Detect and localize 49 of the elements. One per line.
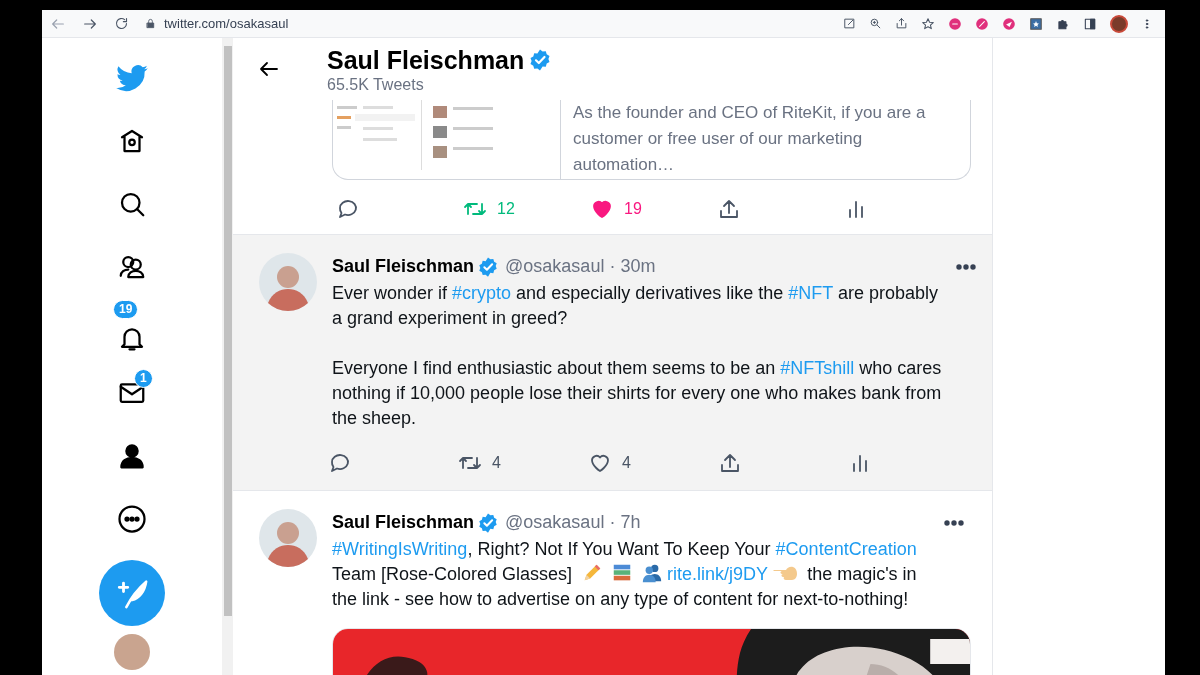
people-icon [641,562,664,584]
notification-badge: 19 [113,300,139,319]
share-icon[interactable] [895,17,908,30]
lock-icon [145,18,156,29]
action-count: 4 [492,453,501,473]
reply-icon[interactable] [328,451,352,475]
tweet-highlight[interactable] [233,235,992,491]
action-count: 4 [622,453,631,473]
tweet-time[interactable]: · 7h [609,509,641,536]
open-in-icon[interactable] [843,17,856,30]
url-text[interactable]: twitter.com/osakasaul [164,13,289,34]
author-handle[interactable]: @osakasaul [505,253,605,280]
star-icon[interactable] [921,16,935,31]
side-panel-icon[interactable] [1083,16,1097,31]
link-card[interactable]: As the founder and CEO of RiteKit, if you are a customer or free user of our marketing automation… [332,100,971,180]
tweet-count: 65.5K Tweets [327,75,425,95]
author-name[interactable]: Saul Fleischman [332,253,475,280]
tweet-text: Ever wonder if #crypto and especially derivatives like the #NFT are probably a grand experiment in greed? Everyone I find enthusiastic about them seems to be an #NFTshill who cares nothing if 10,000 people lose their shirts for every one who makes bank from the sheep. [332,282,943,430]
author-handle[interactable]: @osakasaul [505,509,605,536]
reply-icon[interactable] [336,197,360,221]
share-icon[interactable] [718,451,742,475]
extension-icon[interactable] [975,16,989,31]
verified-badge-icon [477,255,500,278]
hashtag-link[interactable]: #NFT [788,283,833,303]
profile-avatar[interactable] [1110,14,1128,33]
share-icon[interactable] [717,197,741,221]
tweet-text: #WritingIsWriting, Right? Not If You Want To Keep Your #ContentCreation Team [Rose-Colored Glasses] rite.link/j9DY the magic's in the link - see how to advertise on any type of content for next-to-nothing! [332,538,918,611]
profile-name: Saul Fleischman [327,45,525,75]
extension-icon[interactable] [1029,16,1043,31]
tweet-time[interactable]: · 30m [609,253,656,280]
action-count: 12 [497,199,515,219]
verified-badge-icon [477,511,500,534]
hashtag-link[interactable]: rite.link/j9DY [667,564,769,584]
zoom-icon[interactable] [869,17,882,30]
hashtag-link[interactable]: #crypto [452,283,512,303]
extension-icon[interactable] [948,16,962,31]
author-name[interactable]: Saul Fleischman [332,509,475,536]
notification-badge: 1 [134,369,153,388]
more-icon[interactable] [117,503,147,534]
hashtag-link[interactable]: #NFTshill [780,358,855,378]
action-count: 19 [624,199,642,219]
scrollbar[interactable] [222,38,233,675]
avatar[interactable] [259,509,317,567]
hashtag-link[interactable]: #WritingIsWriting [332,539,468,559]
reload-icon[interactable] [114,16,129,31]
hashtag-link[interactable]: #ContentCreation [775,539,917,559]
card-description: As the founder and CEO of RiteKit, if you are a customer or free user of our marketing automation… [572,102,927,176]
avatar[interactable] [259,253,317,311]
extension-icon[interactable] [1002,16,1016,31]
